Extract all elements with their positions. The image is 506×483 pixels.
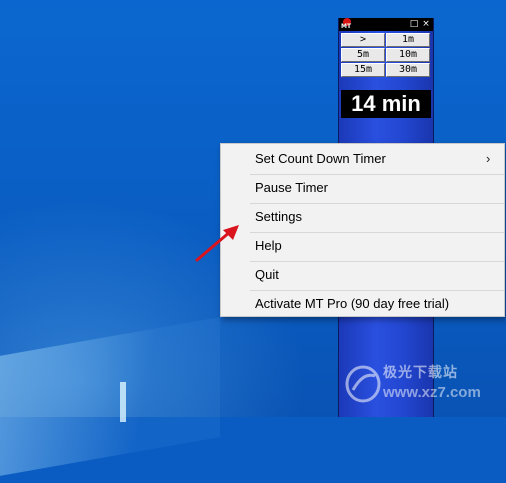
logo-text: MT [341, 23, 352, 30]
timer-1m-button[interactable]: 1m [386, 33, 430, 47]
close-icon[interactable]: × [421, 18, 431, 30]
watermark-url: www.xz7.com [383, 384, 481, 401]
time-remaining-display: 14 min [341, 90, 431, 118]
widget-titlebar[interactable]: MT □ × [339, 18, 433, 31]
mt-logo-icon: MT [341, 18, 354, 30]
timer-15m-button[interactable]: 15m [341, 63, 385, 77]
quick-timer-buttons: > 1m 5m 10m 15m 30m [341, 33, 431, 78]
watermark-text: 极光下载站 [383, 364, 458, 380]
watermark-logo-icon [345, 365, 381, 403]
timer-30m-button[interactable]: 30m [386, 63, 430, 77]
restore-icon[interactable]: □ [409, 18, 419, 30]
start-button[interactable]: > [341, 33, 385, 47]
wallpaper-light-beam [0, 317, 220, 483]
menu-item-label: Set Count Down Timer [255, 151, 386, 166]
menu-item-label: Activate MT Pro (90 day free trial) [255, 296, 450, 311]
menu-item-label: Settings [255, 209, 302, 224]
menu-item-help[interactable]: Help [221, 232, 504, 260]
timer-5m-button[interactable]: 5m [341, 48, 385, 62]
wallpaper-light-edge [120, 382, 126, 422]
context-menu: Set Count Down Timer › Pause Timer Setti… [220, 143, 505, 317]
menu-item-quit[interactable]: Quit [221, 261, 504, 289]
menu-item-settings[interactable]: Settings [221, 203, 504, 231]
menu-item-label: Pause Timer [255, 180, 328, 195]
menu-item-pause-timer[interactable]: Pause Timer [221, 174, 504, 202]
red-arrow-annotation-icon [195, 225, 239, 262]
menu-item-set-count-down-timer[interactable]: Set Count Down Timer › [221, 145, 504, 173]
menu-item-label: Quit [255, 267, 279, 282]
timer-10m-button[interactable]: 10m [386, 48, 430, 62]
submenu-chevron-icon: › [486, 151, 491, 166]
menu-item-activate-mt-pro[interactable]: Activate MT Pro (90 day free trial) [221, 290, 504, 318]
watermark: 极光下载站 www.xz7.com [345, 362, 481, 412]
menu-item-label: Help [255, 238, 282, 253]
